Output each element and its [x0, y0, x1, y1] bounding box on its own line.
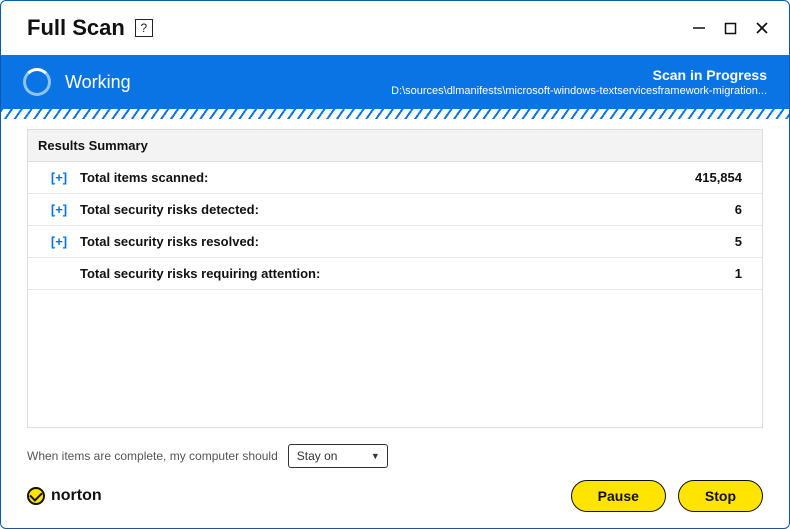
results-header: Results Summary [28, 130, 762, 162]
maximize-button[interactable] [724, 22, 737, 35]
stop-button[interactable]: Stop [678, 480, 763, 512]
close-button[interactable] [755, 21, 769, 35]
results-panel: Results Summary [+] Total items scanned:… [27, 129, 763, 428]
scan-progress-label: Scan in Progress [391, 67, 767, 83]
pause-button[interactable]: Pause [571, 480, 666, 512]
table-row: Total security risks requiring attention… [28, 258, 762, 290]
norton-check-icon [27, 487, 45, 505]
row-value: 5 [735, 234, 742, 249]
actions: Pause Stop [571, 480, 763, 512]
footer-bottom: norton Pause Stop [1, 476, 789, 528]
expand-toggle[interactable]: [+] [38, 202, 80, 217]
expand-toggle[interactable]: [+] [38, 170, 80, 185]
table-row: [+] Total security risks resolved: 5 [28, 226, 762, 258]
status-text: Working [65, 72, 131, 93]
spinner-icon [23, 68, 51, 96]
window-controls [692, 21, 769, 35]
brand: norton [27, 487, 102, 505]
table-row: [+] Total items scanned: 415,854 [28, 162, 762, 194]
status-bar: Working Scan in Progress D:\sources\dlma… [1, 55, 789, 109]
help-icon[interactable]: ? [135, 19, 153, 37]
row-value: 1 [735, 266, 742, 281]
title-left: Full Scan ? [27, 15, 153, 41]
expand-toggle[interactable]: [+] [38, 234, 80, 249]
completion-prompt: When items are complete, my computer sho… [27, 449, 278, 463]
content: Results Summary [+] Total items scanned:… [1, 119, 789, 428]
minimize-button[interactable] [692, 21, 706, 35]
progress-hatching [1, 109, 789, 119]
scan-path: D:\sources\dlmanifests\microsoft-windows… [391, 85, 767, 97]
completion-select-wrap: Stay on ▼ [288, 444, 388, 468]
row-label: Total security risks detected: [80, 202, 259, 217]
row-label: Total security risks requiring attention… [80, 266, 320, 281]
row-label: Total security risks resolved: [80, 234, 259, 249]
titlebar: Full Scan ? [1, 1, 789, 55]
brand-label: norton [51, 487, 102, 505]
row-value: 6 [735, 202, 742, 217]
footer-top: When items are complete, my computer sho… [1, 428, 789, 476]
completion-select[interactable]: Stay on [288, 444, 388, 468]
status-right: Scan in Progress D:\sources\dlmanifests\… [391, 67, 767, 97]
row-label: Total items scanned: [80, 170, 208, 185]
table-row: [+] Total security risks detected: 6 [28, 194, 762, 226]
row-value: 415,854 [695, 170, 742, 185]
window-title: Full Scan [27, 15, 125, 41]
status-left: Working [23, 68, 131, 96]
